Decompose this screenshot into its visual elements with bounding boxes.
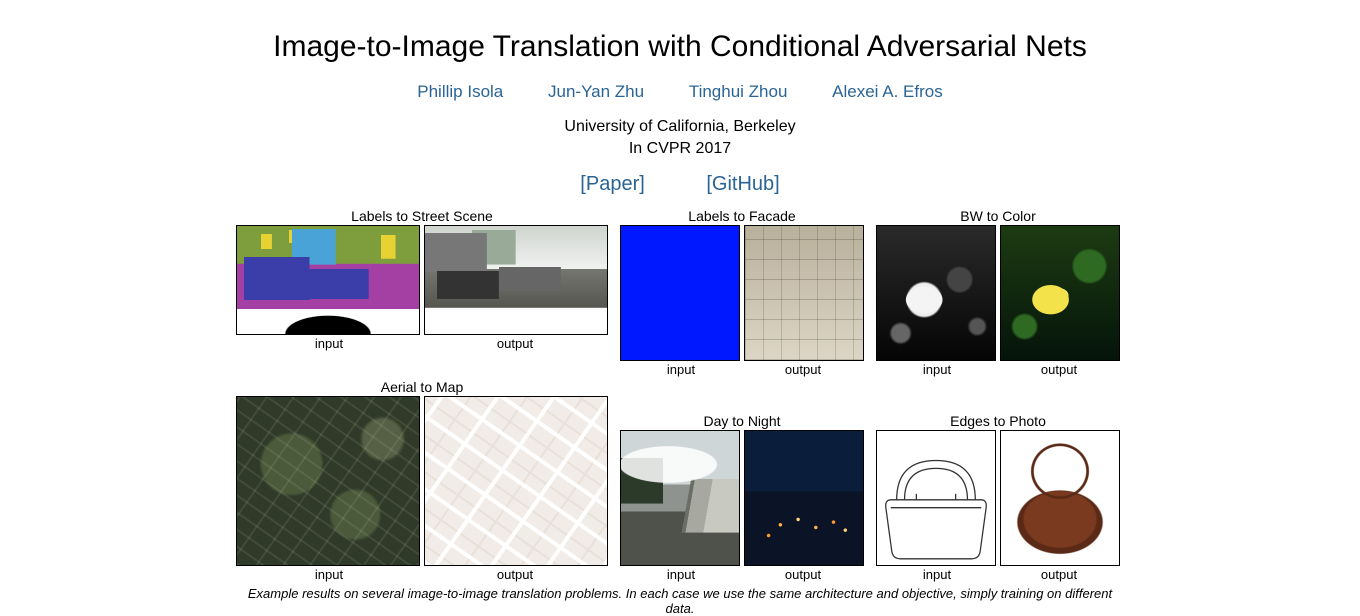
- project-page: Image-to-Image Translation with Conditio…: [0, 0, 1360, 616]
- affiliation: University of California, Berkeley: [0, 116, 1360, 138]
- example-aerial-to-map: Aerial to Map input output: [236, 379, 608, 582]
- example-output-image: [424, 396, 608, 566]
- teaser-caption: Example results on several image-to-imag…: [236, 586, 1124, 616]
- input-label: input: [620, 566, 742, 582]
- example-output-image: [744, 430, 864, 566]
- example-output-image: [1000, 225, 1120, 361]
- author-link[interactable]: Phillip Isola: [417, 82, 503, 101]
- input-label: input: [236, 566, 422, 582]
- paper-link[interactable]: [Paper]: [580, 173, 644, 195]
- example-title: Day to Night: [703, 413, 780, 429]
- venue: In CVPR 2017: [0, 138, 1360, 160]
- example-bw-to-color: BW to Color input output: [876, 208, 1120, 377]
- input-label: input: [876, 361, 998, 377]
- example-input-image: [236, 396, 420, 566]
- input-label: input: [236, 335, 422, 351]
- example-facade: Labels to Facade input output: [620, 208, 864, 377]
- example-day-to-night: Day to Night input output: [620, 413, 864, 582]
- example-output-image: [424, 225, 608, 335]
- output-label: output: [742, 361, 864, 377]
- example-edges-to-photo: Edges to Photo: [876, 413, 1120, 582]
- output-label: output: [742, 566, 864, 582]
- example-title: Labels to Street Scene: [351, 208, 493, 224]
- output-label: output: [998, 566, 1120, 582]
- author-list: Phillip Isola Jun-Yan Zhu Tinghui Zhou A…: [0, 82, 1360, 102]
- example-title: Labels to Facade: [688, 208, 795, 224]
- input-label: input: [876, 566, 998, 582]
- example-street: Labels to Street Scene input output: [236, 208, 608, 377]
- example-output-image: [1000, 430, 1120, 566]
- input-label: input: [620, 361, 742, 377]
- output-label: output: [998, 361, 1120, 377]
- teaser-gallery: Labels to Street Scene input output Labe…: [236, 208, 1124, 616]
- resource-links: [Paper] [GitHub]: [0, 173, 1360, 196]
- example-output-image: [744, 225, 864, 361]
- example-input-image: [620, 225, 740, 361]
- example-input-image: [876, 430, 996, 566]
- example-title: Aerial to Map: [381, 379, 463, 395]
- page-title: Image-to-Image Translation with Conditio…: [0, 30, 1360, 64]
- affiliation-block: University of California, Berkeley In CV…: [0, 116, 1360, 159]
- author-link[interactable]: Jun-Yan Zhu: [548, 82, 644, 101]
- example-input-image: [620, 430, 740, 566]
- example-title: BW to Color: [960, 208, 1035, 224]
- example-input-image: [236, 225, 420, 335]
- author-link[interactable]: Alexei A. Efros: [832, 82, 943, 101]
- handbag-sketch-icon: [877, 431, 995, 565]
- example-input-image: [876, 225, 996, 361]
- output-label: output: [422, 566, 608, 582]
- example-title: Edges to Photo: [950, 413, 1046, 429]
- author-link[interactable]: Tinghui Zhou: [689, 82, 788, 101]
- output-label: output: [422, 335, 608, 351]
- github-link[interactable]: [GitHub]: [706, 173, 779, 195]
